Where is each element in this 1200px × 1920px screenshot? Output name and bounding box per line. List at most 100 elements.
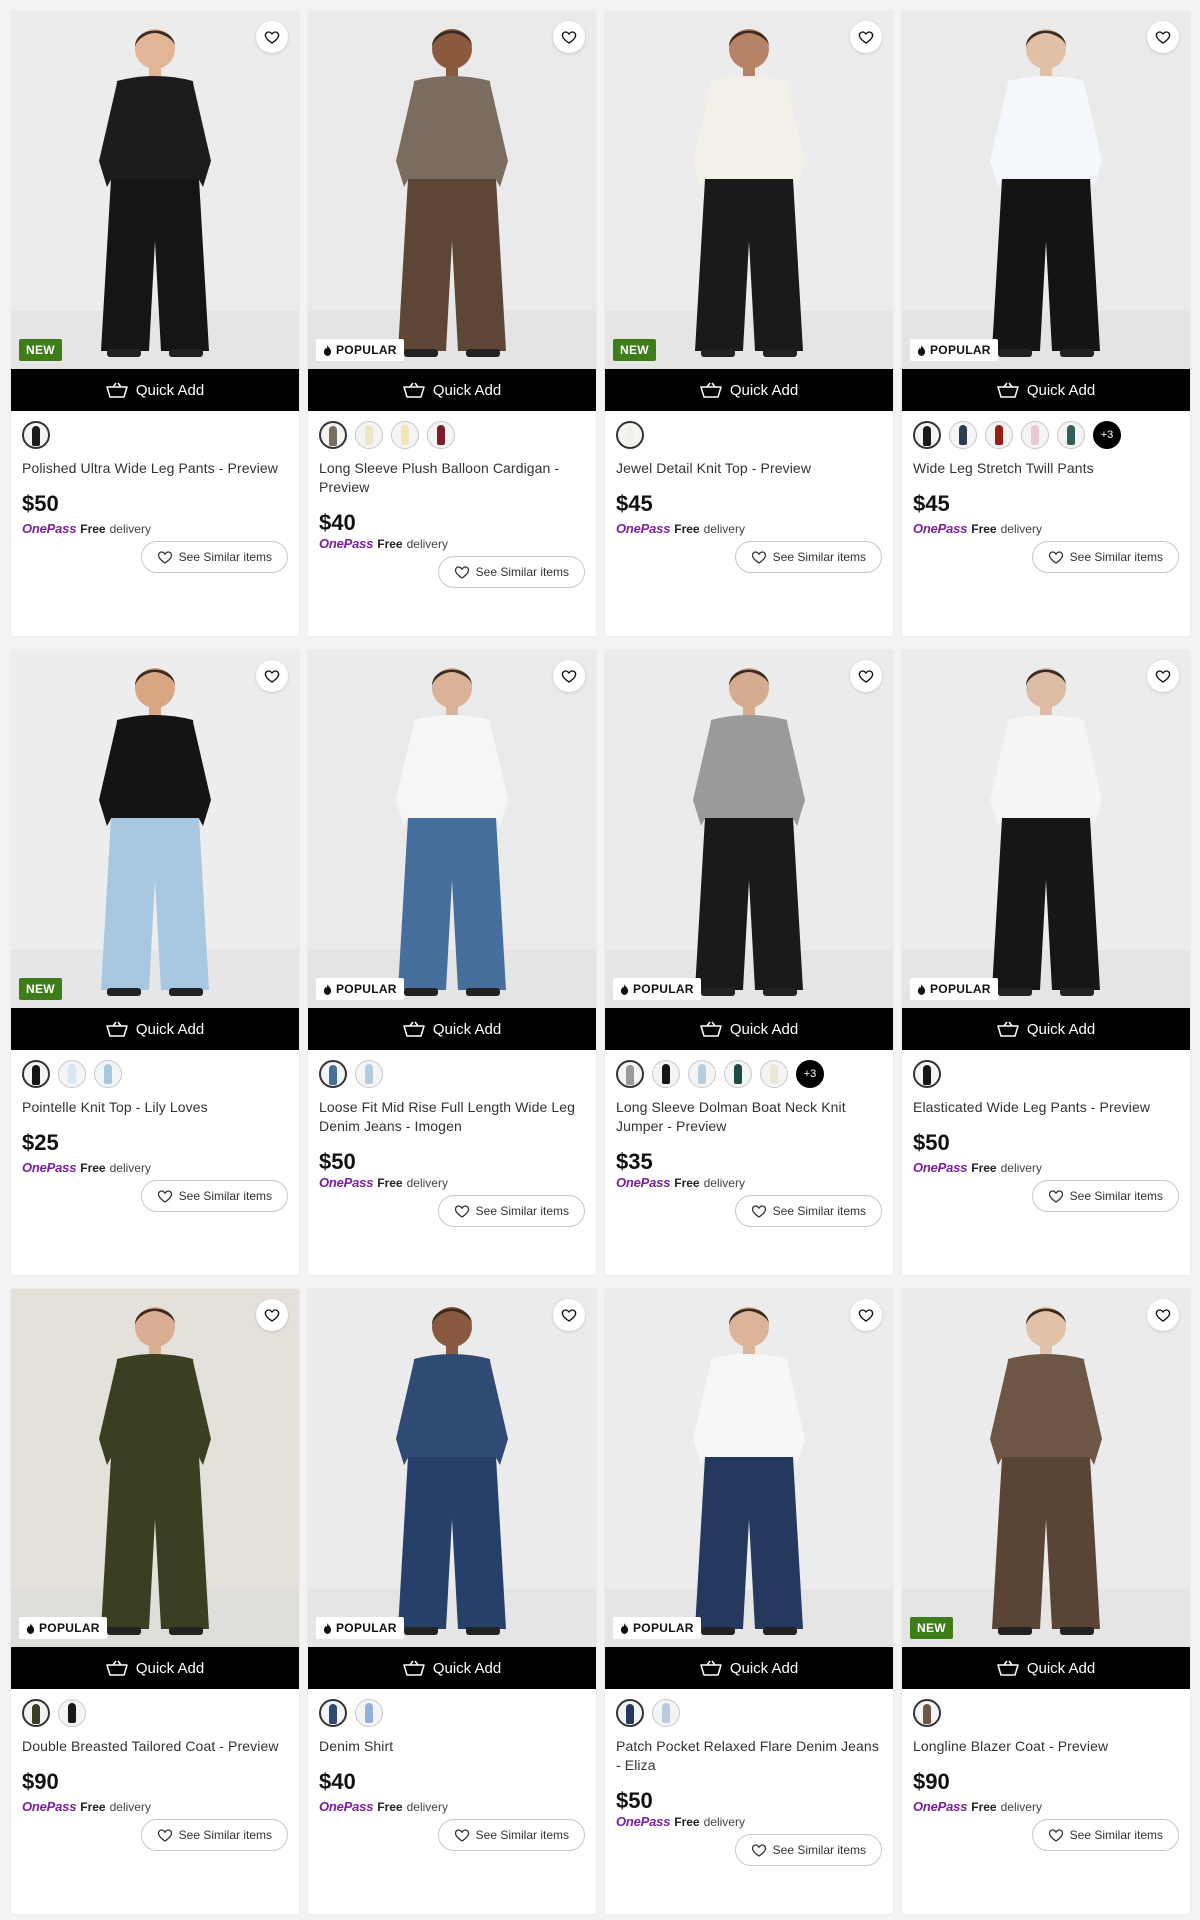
product-card[interactable]: POPULAR Quick Add Elasticated Wide Leg P… [902, 650, 1190, 1275]
product-name[interactable]: Long Sleeve Dolman Boat Neck Knit Jumper… [616, 1098, 882, 1136]
see-similar-button[interactable]: See Similar items [1031, 1819, 1179, 1851]
quick-add-button[interactable]: Quick Add [902, 1008, 1190, 1050]
product-name[interactable]: Polished Ultra Wide Leg Pants - Preview [22, 459, 288, 478]
see-similar-button[interactable]: See Similar items [1031, 541, 1179, 573]
product-image[interactable]: POPULAR [11, 1289, 299, 1647]
color-swatch[interactable] [724, 1060, 752, 1088]
see-similar-button[interactable]: See Similar items [140, 541, 288, 573]
product-image[interactable]: NEW [11, 11, 299, 369]
product-card[interactable]: POPULAR Quick Add Long Sleeve Plush Ball… [308, 11, 596, 636]
product-card[interactable]: NEW Quick Add Longline Blazer Coat - Pre… [902, 1289, 1190, 1914]
color-swatch[interactable] [913, 421, 941, 449]
quick-add-button[interactable]: Quick Add [308, 369, 596, 411]
product-card[interactable]: POPULAR Quick Add Denim Shirt $40 OnePas… [308, 1289, 596, 1914]
product-card[interactable]: NEW Quick Add Jewel Detail Knit Top - Pr… [605, 11, 893, 636]
color-swatch[interactable] [58, 1060, 86, 1088]
see-similar-button[interactable]: See Similar items [734, 1834, 882, 1866]
product-name[interactable]: Patch Pocket Relaxed Flare Denim Jeans -… [616, 1737, 882, 1775]
color-swatch[interactable] [913, 1060, 941, 1088]
product-image[interactable]: POPULAR [308, 1289, 596, 1647]
wishlist-heart-button[interactable] [256, 1299, 288, 1331]
see-similar-button[interactable]: See Similar items [437, 556, 585, 588]
product-card[interactable]: POPULAR Quick Add Patch Pocket Relaxed F… [605, 1289, 893, 1914]
quick-add-button[interactable]: Quick Add [605, 369, 893, 411]
product-name[interactable]: Long Sleeve Plush Balloon Cardigan - Pre… [319, 459, 585, 497]
wishlist-heart-button[interactable] [553, 660, 585, 692]
product-card[interactable]: POPULAR Quick Add +3 Long Sleeve Dolman … [605, 650, 893, 1275]
wishlist-heart-button[interactable] [850, 660, 882, 692]
see-similar-button[interactable]: See Similar items [1031, 1180, 1179, 1212]
color-swatch[interactable] [616, 1060, 644, 1088]
color-swatch[interactable] [58, 1699, 86, 1727]
product-card[interactable]: POPULAR Quick Add Double Breasted Tailor… [11, 1289, 299, 1914]
quick-add-button[interactable]: Quick Add [11, 1647, 299, 1689]
product-name[interactable]: Pointelle Knit Top - Lily Loves [22, 1098, 288, 1117]
product-image[interactable]: NEW [11, 650, 299, 1008]
color-swatch[interactable] [355, 421, 383, 449]
color-swatch[interactable] [652, 1060, 680, 1088]
product-image[interactable]: POPULAR [902, 11, 1190, 369]
see-similar-button[interactable]: See Similar items [734, 541, 882, 573]
quick-add-button[interactable]: Quick Add [308, 1008, 596, 1050]
color-swatch[interactable] [427, 421, 455, 449]
color-swatch[interactable] [913, 1699, 941, 1727]
wishlist-heart-button[interactable] [553, 21, 585, 53]
color-swatch[interactable] [616, 421, 644, 449]
color-swatch[interactable] [949, 421, 977, 449]
wishlist-heart-button[interactable] [1147, 21, 1179, 53]
more-colors-button[interactable]: +3 [796, 1060, 824, 1088]
product-card[interactable]: NEW Quick Add Pointelle Knit Top - Lily … [11, 650, 299, 1275]
color-swatch[interactable] [22, 1060, 50, 1088]
see-similar-button[interactable]: See Similar items [140, 1819, 288, 1851]
product-card[interactable]: POPULAR Quick Add +3 Wide Leg Stretch Tw… [902, 11, 1190, 636]
wishlist-heart-button[interactable] [256, 21, 288, 53]
see-similar-button[interactable]: See Similar items [140, 1180, 288, 1212]
see-similar-button[interactable]: See Similar items [437, 1195, 585, 1227]
product-image[interactable]: POPULAR [308, 650, 596, 1008]
color-swatch[interactable] [652, 1699, 680, 1727]
color-swatch[interactable] [616, 1699, 644, 1727]
see-similar-button[interactable]: See Similar items [437, 1819, 585, 1851]
color-swatch[interactable] [319, 421, 347, 449]
color-swatch[interactable] [391, 421, 419, 449]
wishlist-heart-button[interactable] [850, 21, 882, 53]
product-image[interactable]: POPULAR [308, 11, 596, 369]
color-swatch[interactable] [688, 1060, 716, 1088]
product-image[interactable]: POPULAR [902, 650, 1190, 1008]
wishlist-heart-button[interactable] [850, 1299, 882, 1331]
color-swatch[interactable] [985, 421, 1013, 449]
color-swatch[interactable] [319, 1060, 347, 1088]
more-colors-button[interactable]: +3 [1093, 421, 1121, 449]
quick-add-button[interactable]: Quick Add [11, 1008, 299, 1050]
wishlist-heart-button[interactable] [256, 660, 288, 692]
product-name[interactable]: Jewel Detail Knit Top - Preview [616, 459, 882, 478]
product-name[interactable]: Denim Shirt [319, 1737, 585, 1756]
color-swatch[interactable] [94, 1060, 122, 1088]
color-swatch[interactable] [760, 1060, 788, 1088]
color-swatch[interactable] [1057, 421, 1085, 449]
product-image[interactable]: NEW [902, 1289, 1190, 1647]
product-image[interactable]: POPULAR [605, 1289, 893, 1647]
color-swatch[interactable] [355, 1060, 383, 1088]
color-swatch[interactable] [1021, 421, 1049, 449]
product-image[interactable]: POPULAR [605, 650, 893, 1008]
see-similar-button[interactable]: See Similar items [734, 1195, 882, 1227]
color-swatch[interactable] [22, 421, 50, 449]
quick-add-button[interactable]: Quick Add [308, 1647, 596, 1689]
product-name[interactable]: Longline Blazer Coat - Preview [913, 1737, 1179, 1756]
color-swatch[interactable] [22, 1699, 50, 1727]
product-name[interactable]: Elasticated Wide Leg Pants - Preview [913, 1098, 1179, 1117]
wishlist-heart-button[interactable] [1147, 1299, 1179, 1331]
color-swatch[interactable] [319, 1699, 347, 1727]
product-card[interactable]: NEW Quick Add Polished Ultra Wide Leg Pa… [11, 11, 299, 636]
product-name[interactable]: Loose Fit Mid Rise Full Length Wide Leg … [319, 1098, 585, 1136]
product-name[interactable]: Double Breasted Tailored Coat - Preview [22, 1737, 288, 1756]
product-name[interactable]: Wide Leg Stretch Twill Pants [913, 459, 1179, 478]
quick-add-button[interactable]: Quick Add [11, 369, 299, 411]
quick-add-button[interactable]: Quick Add [902, 1647, 1190, 1689]
wishlist-heart-button[interactable] [1147, 660, 1179, 692]
color-swatch[interactable] [355, 1699, 383, 1727]
wishlist-heart-button[interactable] [553, 1299, 585, 1331]
product-card[interactable]: POPULAR Quick Add Loose Fit Mid Rise Ful… [308, 650, 596, 1275]
quick-add-button[interactable]: Quick Add [902, 369, 1190, 411]
